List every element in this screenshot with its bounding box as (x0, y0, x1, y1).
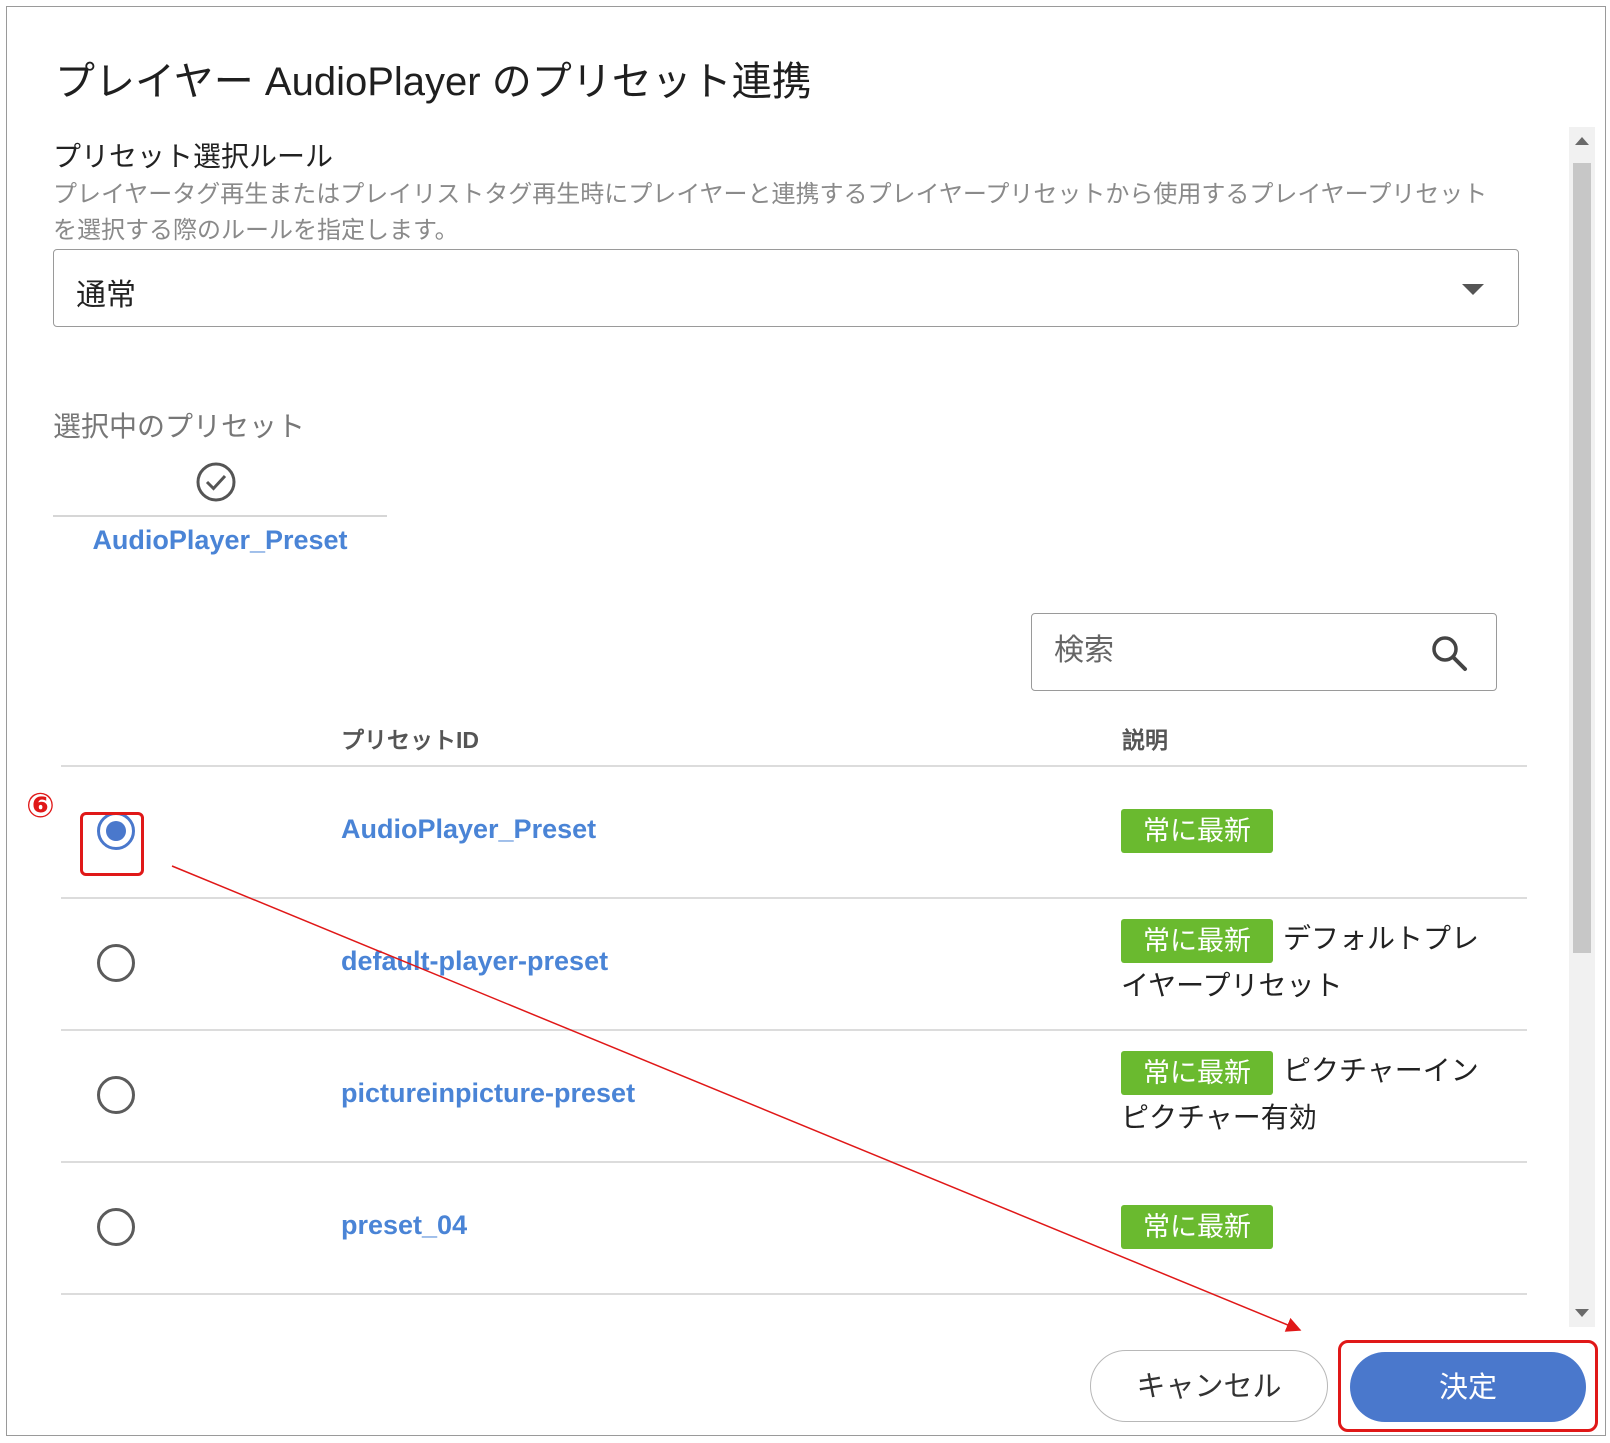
table-row[interactable]: AudioPlayer_Preset 常に最新 (61, 766, 1527, 898)
check-circle-icon (196, 462, 236, 502)
preset-radio[interactable] (97, 944, 135, 982)
table-row[interactable]: default-player-preset 常に最新 デフォルトプレイヤープリセッ… (61, 898, 1527, 1030)
preset-link-dialog: プレイヤー AudioPlayer のプリセット連携 プリセット選択ルール プレ… (6, 6, 1606, 1436)
preset-description: 常に最新 ピクチャーインピクチャー有効 (1121, 1048, 1501, 1141)
status-badge: 常に最新 (1121, 808, 1273, 853)
rule-description: プレイヤータグ再生またはプレイリストタグ再生時にプレイヤーと連携するプレイヤープ… (53, 181, 1488, 244)
table-row[interactable]: pictureinpicture-preset 常に最新 ピクチャーインピクチャー… (61, 1030, 1527, 1162)
preset-radio[interactable] (97, 1208, 135, 1246)
scrollbar-thumb[interactable] (1573, 163, 1591, 953)
scrollbar[interactable] (1569, 127, 1595, 1327)
annotation-step-number: ⑥ (26, 787, 55, 825)
caret-down-icon (1462, 284, 1484, 295)
rule-select-value: 通常 (76, 279, 136, 312)
preset-radio[interactable] (97, 1076, 135, 1114)
cancel-button[interactable]: キャンセル (1090, 1350, 1328, 1422)
annotation-highlight-confirm (1338, 1340, 1598, 1432)
preset-id-link[interactable]: pictureinpicture-preset (341, 1078, 635, 1109)
dialog-title: プレイヤー AudioPlayer のプリセット連携 (55, 60, 812, 104)
preset-id-link[interactable]: default-player-preset (341, 946, 608, 977)
preset-description: 常に最新 (1121, 806, 1501, 853)
preset-id-link[interactable]: AudioPlayer_Preset (341, 814, 596, 845)
scroll-up-icon[interactable] (1575, 137, 1589, 145)
search-icon[interactable] (1430, 634, 1468, 672)
row-divider (61, 1293, 1527, 1295)
preset-description: 常に最新 デフォルトプレイヤープリセット (1121, 916, 1501, 1009)
rule-select[interactable]: 通常 (53, 249, 1519, 327)
scroll-down-icon[interactable] (1575, 1309, 1589, 1317)
selected-preset-name[interactable]: AudioPlayer_Preset (53, 525, 387, 556)
status-badge: 常に最新 (1121, 918, 1273, 963)
preset-id-link[interactable]: preset_04 (341, 1210, 467, 1241)
search-input[interactable] (1034, 616, 1434, 686)
divider (53, 515, 387, 517)
status-badge: 常に最新 (1121, 1204, 1273, 1249)
rule-label: プリセット選択ルール (53, 141, 334, 172)
selected-preset-label: 選択中のプリセット (53, 411, 306, 442)
column-header-preset-id[interactable]: プリセットID (341, 721, 479, 755)
search-box (1031, 613, 1497, 691)
dialog-content: プリセット選択ルール プレイヤータグ再生またはプレイリストタグ再生時にプレイヤー… (7, 125, 1573, 1335)
preset-description: 常に最新 (1121, 1202, 1501, 1249)
status-badge: 常に最新 (1121, 1050, 1273, 1095)
table-row[interactable]: preset_04 常に最新 (61, 1162, 1527, 1294)
column-header-description: 説明 (1122, 727, 1168, 753)
annotation-highlight-radio (80, 812, 144, 876)
